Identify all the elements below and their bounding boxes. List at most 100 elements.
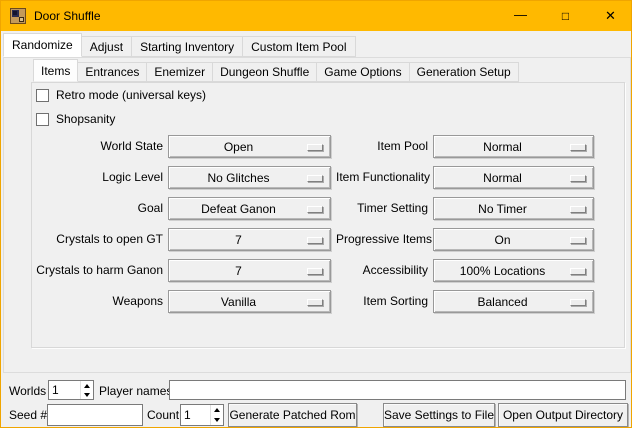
dropdown-handle-icon xyxy=(570,206,586,213)
weapons-row: Weapons Vanilla xyxy=(31,290,331,313)
progressive-items-row: Progressive Items On xyxy=(336,228,594,251)
dropdown-handle-icon xyxy=(307,268,323,275)
dropdown-handle-icon xyxy=(570,175,586,182)
dropdown-handle-icon xyxy=(307,144,323,151)
seed-label: Seed # xyxy=(9,408,47,422)
close-button[interactable]: ✕ xyxy=(588,1,632,31)
item-functionality-label: Item Functionality xyxy=(336,166,428,189)
worlds-spin-arrows xyxy=(80,381,93,399)
world-state-label: World State xyxy=(31,135,163,158)
open-output-directory-button[interactable]: Open Output Directory xyxy=(498,403,628,427)
dropdown-handle-icon xyxy=(307,299,323,306)
weapons-value: Vanilla xyxy=(221,295,256,309)
tab-items[interactable]: Items xyxy=(33,59,78,82)
timer-setting-label: Timer Setting xyxy=(336,197,428,220)
checkbox-box[interactable] xyxy=(36,113,49,126)
tab-game-options[interactable]: Game Options xyxy=(316,62,409,82)
item-pool-value: Normal xyxy=(483,140,522,154)
seed-input[interactable] xyxy=(47,404,143,426)
worlds-spinbox[interactable] xyxy=(48,380,94,400)
item-pool-label: Item Pool xyxy=(336,135,428,158)
titlebar: Door Shuffle — □ ✕ xyxy=(1,1,632,31)
door-shuffle-window: Door Shuffle — □ ✕ Randomize Adjust Star… xyxy=(0,0,632,428)
count-input[interactable] xyxy=(181,405,210,425)
shopsanity-checkbox[interactable]: Shopsanity xyxy=(36,112,115,126)
crystals-ganon-row: Crystals to harm Ganon 7 xyxy=(31,259,331,282)
retro-mode-checkbox[interactable]: Retro mode (universal keys) xyxy=(36,88,206,102)
maximize-icon: □ xyxy=(562,9,569,23)
crystals-gt-dropdown[interactable]: 7 xyxy=(168,228,331,251)
progressive-items-dropdown[interactable]: On xyxy=(433,228,594,251)
crystals-gt-value: 7 xyxy=(235,233,242,247)
logic-level-label: Logic Level xyxy=(31,166,163,189)
count-spin-arrows xyxy=(210,405,223,425)
accessibility-dropdown[interactable]: 100% Locations xyxy=(433,259,594,282)
weapons-dropdown[interactable]: Vanilla xyxy=(168,290,331,313)
item-pool-dropdown[interactable]: Normal xyxy=(433,135,594,158)
timer-setting-dropdown[interactable]: No Timer xyxy=(433,197,594,220)
window-title: Door Shuffle xyxy=(34,9,101,23)
weapons-label: Weapons xyxy=(31,290,163,313)
worlds-input[interactable] xyxy=(49,381,80,399)
item-sorting-label: Item Sorting xyxy=(336,290,428,313)
minimize-button[interactable]: — xyxy=(498,1,543,31)
tab-custom-item-pool[interactable]: Custom Item Pool xyxy=(242,36,355,57)
logic-level-value: No Glitches xyxy=(207,171,269,185)
dropdown-handle-icon xyxy=(307,237,323,244)
world-state-value: Open xyxy=(224,140,253,154)
close-icon: ✕ xyxy=(605,8,616,24)
goal-row: Goal Defeat Ganon xyxy=(31,197,331,220)
accessibility-row: Accessibility 100% Locations xyxy=(336,259,594,282)
spin-down-icon[interactable] xyxy=(81,390,93,399)
accessibility-value: 100% Locations xyxy=(460,264,545,278)
progressive-items-value: On xyxy=(494,233,510,247)
timer-setting-value: No Timer xyxy=(478,202,527,216)
tab-dungeon-shuffle[interactable]: Dungeon Shuffle xyxy=(212,62,317,82)
goal-value: Defeat Ganon xyxy=(201,202,276,216)
sub-tabbar: Items Entrances Enemizer Dungeon Shuffle… xyxy=(33,59,518,82)
door-icon xyxy=(10,8,26,24)
tab-enemizer[interactable]: Enemizer xyxy=(146,62,213,82)
item-functionality-row: Item Functionality Normal xyxy=(336,166,594,189)
checkbox-box[interactable] xyxy=(36,89,49,102)
tab-entrances[interactable]: Entrances xyxy=(77,62,147,82)
count-label: Count xyxy=(147,408,179,422)
crystals-gt-row: Crystals to open GT 7 xyxy=(31,228,331,251)
count-spinbox[interactable] xyxy=(180,404,224,426)
spin-down-icon[interactable] xyxy=(211,415,223,425)
tab-generation-setup[interactable]: Generation Setup xyxy=(409,62,519,82)
dropdown-handle-icon xyxy=(307,206,323,213)
crystals-gt-label: Crystals to open GT xyxy=(31,228,163,251)
spin-up-icon[interactable] xyxy=(81,381,93,390)
tab-starting-inventory[interactable]: Starting Inventory xyxy=(131,36,243,57)
dropdown-handle-icon xyxy=(570,299,586,306)
progressive-items-label: Progressive Items xyxy=(336,228,428,251)
goal-dropdown[interactable]: Defeat Ganon xyxy=(168,197,331,220)
spin-up-icon[interactable] xyxy=(211,405,223,415)
dropdown-handle-icon xyxy=(307,175,323,182)
main-tabbar: Randomize Adjust Starting Inventory Cust… xyxy=(3,33,355,57)
timer-setting-row: Timer Setting No Timer xyxy=(336,197,594,220)
item-pool-row: Item Pool Normal xyxy=(336,135,594,158)
logic-level-dropdown[interactable]: No Glitches xyxy=(168,166,331,189)
accessibility-label: Accessibility xyxy=(336,259,428,282)
save-settings-button[interactable]: Save Settings to File xyxy=(383,403,495,427)
item-sorting-value: Balanced xyxy=(477,295,527,309)
checkbox-label: Retro mode (universal keys) xyxy=(56,88,206,102)
dropdown-handle-icon xyxy=(570,237,586,244)
crystals-ganon-label: Crystals to harm Ganon xyxy=(31,259,163,282)
dropdown-handle-icon xyxy=(570,268,586,275)
maximize-button[interactable]: □ xyxy=(543,1,588,31)
item-functionality-dropdown[interactable]: Normal xyxy=(433,166,594,189)
player-names-label: Player names xyxy=(99,384,172,398)
minimize-icon: — xyxy=(514,7,527,22)
crystals-ganon-dropdown[interactable]: 7 xyxy=(168,259,331,282)
tab-randomize[interactable]: Randomize xyxy=(3,33,82,57)
tab-adjust[interactable]: Adjust xyxy=(81,36,132,57)
player-names-input[interactable] xyxy=(169,380,626,400)
crystals-ganon-value: 7 xyxy=(235,264,242,278)
generate-patched-rom-button[interactable]: Generate Patched Rom xyxy=(228,403,357,427)
logic-level-row: Logic Level No Glitches xyxy=(31,166,331,189)
item-sorting-dropdown[interactable]: Balanced xyxy=(433,290,594,313)
world-state-dropdown[interactable]: Open xyxy=(168,135,331,158)
